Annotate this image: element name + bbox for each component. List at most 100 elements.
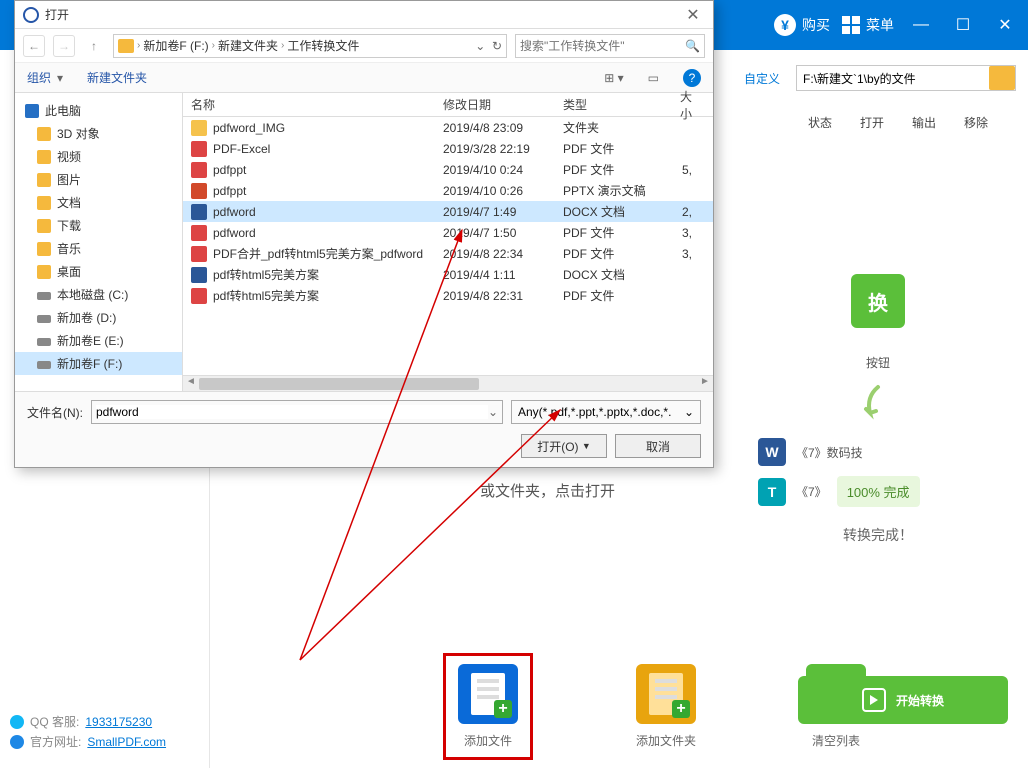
col-open: 打开: [860, 114, 884, 131]
tree-node[interactable]: 下载: [15, 214, 182, 237]
close-button[interactable]: ✕: [990, 10, 1020, 40]
start-convert-button[interactable]: 开始转换: [798, 676, 1008, 724]
filetype-filter[interactable]: Any(*.pdf,*.ppt,*.pptx,*.doc,*.⌄: [511, 400, 701, 424]
search-input[interactable]: 🔍: [515, 34, 705, 58]
pdf-icon: [191, 246, 207, 262]
dialog-titlebar: 打开 ✕: [15, 1, 713, 29]
tree-node[interactable]: 新加卷 (D:): [15, 306, 182, 329]
cancel-button[interactable]: 取消: [615, 434, 701, 458]
qq-icon: [10, 715, 24, 729]
folder-tree[interactable]: 此电脑3D 对象视频图片文档下载音乐桌面本地磁盘 (C:)新加卷 (D:)新加卷…: [15, 93, 183, 391]
file-row[interactable]: PDF合并_pdf转html5完美方案_pdfword2019/4/8 22:3…: [183, 243, 713, 264]
menu-button[interactable]: 菜单: [842, 15, 894, 35]
preview-toggle[interactable]: ▭: [648, 71, 659, 85]
footer-links: QQ 客服: 1933175230 官方网址: SmallPDF.com: [10, 712, 166, 752]
pdf-icon: [191, 162, 207, 178]
dialog-nav: ← → ↑ › 新加卷F (F:) › 新建文件夹 › 工作转换文件 ⌄ ↻ 🔍: [15, 29, 713, 63]
folder-icon: [191, 120, 207, 136]
minimize-button[interactable]: —: [906, 10, 936, 40]
back-button[interactable]: ←: [23, 35, 45, 57]
filename-input[interactable]: ⌄: [91, 400, 503, 424]
dialog-footer: 文件名(N): ⌄ Any(*.pdf,*.ppt,*.pptx,*.doc,*…: [15, 391, 713, 467]
conversion-panel: 换 按钮 W 《7》数码技 T 《7》 100% 完成 转换完成！: [758, 274, 998, 545]
file-row[interactable]: pdf转html5完美方案2019/4/8 22:31PDF 文件: [183, 285, 713, 306]
pdf-icon: [191, 225, 207, 241]
tree-node[interactable]: 视频: [15, 145, 182, 168]
pc-icon: [25, 104, 39, 118]
file-row[interactable]: PDF-Excel2019/3/28 22:19PDF 文件: [183, 138, 713, 159]
add-folder-button[interactable]: + 添加文件夹: [636, 664, 696, 749]
tree-node[interactable]: 本地磁盘 (C:): [15, 283, 182, 306]
tree-node[interactable]: 新加卷F (F:): [15, 352, 182, 375]
desk-icon: [37, 265, 51, 279]
buy-button[interactable]: ¥ 购买: [774, 14, 830, 36]
folder-icon[interactable]: [989, 66, 1015, 90]
ie-icon: [10, 735, 24, 749]
col-remove: 移除: [964, 114, 988, 131]
horizontal-scrollbar[interactable]: [183, 375, 713, 391]
tree-node[interactable]: 此电脑: [15, 99, 182, 122]
yen-icon: ¥: [774, 14, 796, 36]
organize-dropdown[interactable]: 组织: [27, 69, 51, 86]
forward-button[interactable]: →: [53, 35, 75, 57]
help-button[interactable]: ?: [683, 69, 701, 87]
app-icon: [23, 7, 39, 23]
disk-icon: [37, 292, 51, 300]
tree-node[interactable]: 音乐: [15, 237, 182, 260]
txt-icon: T: [758, 478, 786, 506]
breadcrumb[interactable]: › 新加卷F (F:) › 新建文件夹 › 工作转换文件 ⌄ ↻: [113, 34, 507, 58]
docx-icon: [191, 204, 207, 220]
tree-node[interactable]: 图片: [15, 168, 182, 191]
doc-icon: [37, 196, 51, 210]
file-open-dialog: 打开 ✕ ← → ↑ › 新加卷F (F:) › 新建文件夹 › 工作转换文件 …: [14, 0, 714, 468]
maximize-button[interactable]: ☐: [948, 10, 978, 40]
tree-node[interactable]: 新加卷E (E:): [15, 329, 182, 352]
site-link[interactable]: SmallPDF.com: [87, 732, 166, 752]
dialog-toolbar: 组织▾ 新建文件夹 ⊞ ▾ ▭ ?: [15, 63, 713, 93]
vid-icon: [37, 150, 51, 164]
pdf-icon: [191, 288, 207, 304]
new-folder-button[interactable]: 新建文件夹: [87, 69, 147, 86]
file-row[interactable]: pdfword_IMG2019/4/8 23:09文件夹: [183, 117, 713, 138]
file-list: 名称 修改日期 类型 大小 pdfword_IMG2019/4/8 23:09文…: [183, 93, 713, 391]
file-row[interactable]: pdfword2019/4/7 1:49DOCX 文档2,: [183, 201, 713, 222]
docx-icon: [191, 267, 207, 283]
file-row[interactable]: pdfword2019/4/7 1:50PDF 文件3,: [183, 222, 713, 243]
disk-icon: [37, 361, 51, 369]
dialog-close-button[interactable]: ✕: [681, 3, 705, 27]
custom-label[interactable]: 自定义: [744, 70, 780, 87]
progress-badge: 100% 完成: [837, 476, 920, 507]
open-button[interactable]: 打开(O) ▼: [521, 434, 607, 458]
img-icon: [37, 173, 51, 187]
output-path-input[interactable]: [796, 65, 1016, 91]
col-status: 状态: [808, 114, 832, 131]
tree-node[interactable]: 3D 对象: [15, 122, 182, 145]
tree-node[interactable]: 文档: [15, 191, 182, 214]
arrow-down-icon: [858, 383, 898, 423]
view-dropdown[interactable]: ⊞ ▾: [604, 71, 623, 85]
done-text: 转换完成！: [758, 525, 998, 545]
list-header[interactable]: 名称 修改日期 类型 大小: [183, 93, 713, 117]
pdf-icon: [191, 141, 207, 157]
tree-node[interactable]: 桌面: [15, 260, 182, 283]
qq-link[interactable]: 1933175230: [85, 712, 152, 732]
word-icon: W: [758, 438, 786, 466]
pptx-icon: [191, 183, 207, 199]
disk-icon: [37, 315, 51, 323]
file-row[interactable]: pdf转html5完美方案2019/4/4 1:11DOCX 文档: [183, 264, 713, 285]
file-row[interactable]: pdfppt2019/4/10 0:24PDF 文件5,: [183, 159, 713, 180]
folder-icon: [118, 39, 134, 53]
dl-icon: [37, 219, 51, 233]
obj-icon: [37, 127, 51, 141]
up-button[interactable]: ↑: [83, 35, 105, 57]
file-row[interactable]: pdfppt2019/4/10 0:26PPTX 演示文稿: [183, 180, 713, 201]
mus-icon: [37, 242, 51, 256]
play-icon: [862, 688, 886, 712]
add-file-button[interactable]: + 添加文件: [450, 660, 526, 753]
col-output: 输出: [912, 114, 936, 131]
search-icon: 🔍: [685, 39, 700, 53]
drop-hint: 或文件夹，点击打开: [480, 480, 615, 501]
convert-button[interactable]: 换: [851, 274, 905, 328]
grid-icon: [842, 16, 860, 34]
disk-icon: [37, 338, 51, 346]
